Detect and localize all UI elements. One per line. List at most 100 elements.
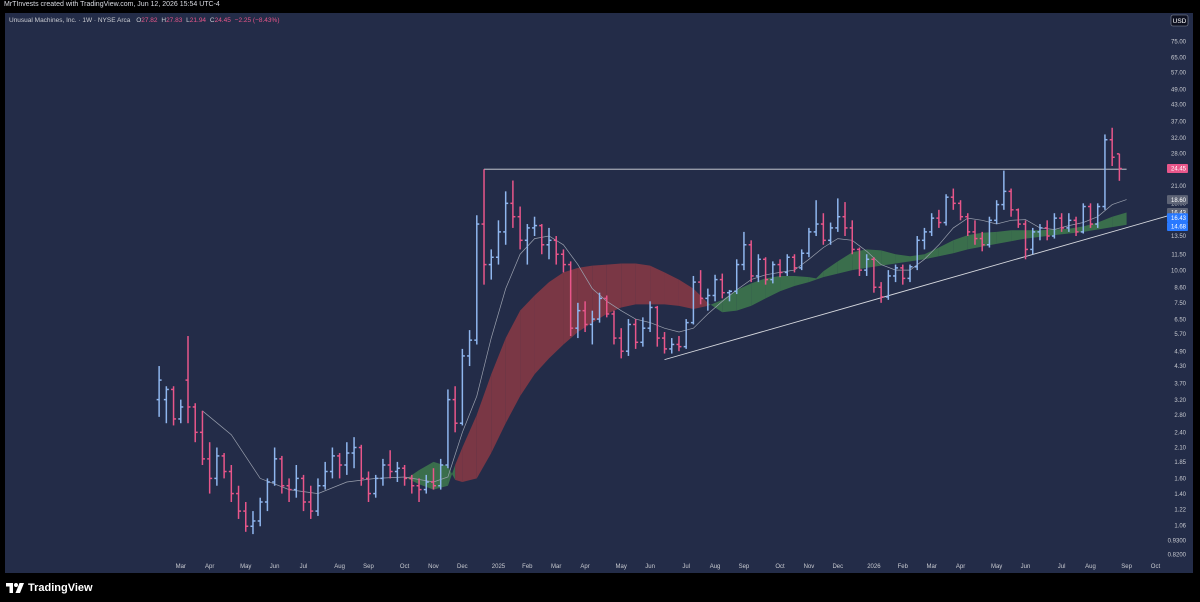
high-value: 27.83 bbox=[166, 17, 183, 24]
change-value: −2.25 (−8.43%) bbox=[235, 17, 280, 24]
x-tick-label: Nov bbox=[804, 564, 815, 570]
currency-badge[interactable]: USD bbox=[1170, 14, 1189, 27]
ohlc-bar bbox=[878, 282, 884, 303]
x-tick-label: Dec bbox=[457, 564, 468, 570]
ohlc-bar bbox=[315, 478, 321, 516]
ohlc-bar bbox=[1116, 153, 1122, 181]
y-tick-label: 1.60 bbox=[1174, 477, 1186, 483]
ohlc-bar bbox=[618, 328, 624, 359]
y-tick-label: 8.60 bbox=[1174, 285, 1186, 291]
y-tick-label: 4.30 bbox=[1174, 364, 1186, 370]
ohlc-bar bbox=[662, 332, 668, 354]
ohlc-bar bbox=[914, 236, 920, 271]
ohlc-bar bbox=[553, 236, 559, 265]
cloud-segment bbox=[462, 414, 477, 483]
ohlc-bar bbox=[748, 240, 754, 283]
top-bar: MrTInvests created with TradingView.com,… bbox=[0, 0, 1200, 13]
ohlc-bar bbox=[958, 200, 964, 221]
cloud-segment bbox=[1097, 216, 1113, 230]
time-axis[interactable]: Mar Apr May Jun Jul Aug Sep Oct Nov Dec 2025 Feb Mar… bbox=[176, 564, 1161, 570]
y-tick-label: 49.00 bbox=[1171, 88, 1187, 94]
ohlc-bar bbox=[474, 215, 480, 345]
cloud-segment bbox=[549, 272, 564, 359]
tradingview-brand[interactable]: TradingView bbox=[6, 582, 93, 594]
ohlc-bar bbox=[171, 386, 177, 426]
cloud-segment bbox=[953, 235, 968, 254]
ohlc-bar bbox=[279, 455, 285, 494]
x-tick-label: May bbox=[991, 564, 1002, 570]
y-tick-label: 32.00 bbox=[1171, 136, 1187, 142]
ohlc-bar bbox=[929, 213, 935, 237]
ohlc-bar bbox=[301, 474, 307, 512]
cloud-segment bbox=[707, 299, 723, 313]
ohlc-bar bbox=[214, 447, 220, 486]
cloud-segment bbox=[780, 275, 795, 292]
ohlc-bars bbox=[156, 127, 1122, 535]
ohlc-bar bbox=[893, 264, 899, 283]
x-tick-label: May bbox=[616, 564, 627, 570]
symbol-name: Unusual Machines, Inc. · 1W · NYSE Arca bbox=[9, 17, 131, 24]
ohlc-bar bbox=[943, 194, 949, 226]
cloud-segment bbox=[678, 279, 694, 310]
x-tick-label: Apr bbox=[205, 564, 214, 570]
ohlc-bar bbox=[625, 319, 631, 356]
x-tick-label: Aug bbox=[334, 564, 345, 570]
ohlc-bar bbox=[799, 249, 805, 271]
ohlc-bar bbox=[791, 254, 797, 273]
ohlc-bar bbox=[842, 202, 848, 237]
y-tick-label: 37.00 bbox=[1171, 120, 1187, 126]
ohlc-bar bbox=[950, 188, 956, 210]
cloud-segment bbox=[895, 254, 910, 264]
ohlc-bar bbox=[835, 198, 841, 232]
ohlc-bar bbox=[1023, 220, 1029, 260]
ohlc-bar bbox=[481, 169, 487, 285]
price-chart[interactable]: 0.8200 0.9300 1.06 1.22 1.40 1.60 1.85 2.10 2.40… bbox=[5, 13, 1193, 573]
ohlc-bar bbox=[394, 461, 400, 483]
y-tick-label: 3.70 bbox=[1174, 381, 1186, 387]
x-tick-label: Jul bbox=[682, 564, 690, 570]
chart-panel[interactable]: 0.8200 0.9300 1.06 1.22 1.40 1.60 1.85 2.10 2.40… bbox=[5, 13, 1193, 573]
x-tick-label: Jul bbox=[300, 564, 308, 570]
ohlc-bar bbox=[539, 224, 545, 255]
ohlc-bar bbox=[1102, 134, 1108, 210]
cloud-segment bbox=[505, 310, 521, 424]
ohlc-bar bbox=[452, 386, 458, 433]
x-tick-label: Jun bbox=[645, 564, 655, 570]
ohlc-bar bbox=[243, 501, 249, 532]
cloud-segment bbox=[837, 252, 853, 274]
ohlc-bar bbox=[257, 497, 263, 527]
ohlc-bar bbox=[669, 338, 675, 354]
y-tick-label: 43.00 bbox=[1171, 103, 1187, 109]
cloud-segment bbox=[455, 447, 463, 483]
y-tick-label: 75.00 bbox=[1171, 39, 1187, 45]
ohlc-bar bbox=[250, 511, 256, 535]
y-tick-label: 1.40 bbox=[1174, 492, 1186, 498]
x-tick-label: Sep bbox=[363, 564, 374, 570]
ohlc-bar bbox=[221, 453, 227, 479]
x-tick-label: Mar bbox=[926, 564, 936, 570]
ohlc-bar bbox=[272, 447, 278, 486]
y-tick-label: 57.00 bbox=[1171, 71, 1187, 77]
ohlc-bar bbox=[719, 273, 725, 299]
cloud-segment bbox=[621, 263, 636, 308]
ohlc-bar bbox=[712, 274, 718, 302]
ohlc-bar bbox=[936, 209, 942, 228]
price-badge-label: 18.60 bbox=[1171, 198, 1187, 204]
ohlc-bar bbox=[337, 453, 343, 479]
ohlc-bar bbox=[351, 437, 357, 469]
x-tick-label: Jun bbox=[1021, 564, 1031, 570]
ohlc-bar bbox=[308, 485, 314, 519]
cloud-segment bbox=[534, 282, 549, 375]
cloud-segment bbox=[1011, 230, 1026, 242]
x-tick-label: Aug bbox=[710, 564, 721, 570]
ohlc-bar bbox=[156, 366, 162, 417]
ohlc-bar bbox=[560, 249, 566, 273]
cloud-segment bbox=[650, 265, 665, 305]
ohlc-bar bbox=[322, 461, 328, 490]
x-tick-label: May bbox=[240, 564, 251, 570]
price-axis[interactable]: 0.8200 0.9300 1.06 1.22 1.40 1.60 1.85 2.10 2.40… bbox=[1168, 39, 1187, 558]
ohlc-bar bbox=[640, 317, 646, 347]
ohlc-bar bbox=[705, 288, 711, 311]
ohlc-bar bbox=[900, 264, 906, 285]
ohlc-bar bbox=[163, 386, 169, 424]
